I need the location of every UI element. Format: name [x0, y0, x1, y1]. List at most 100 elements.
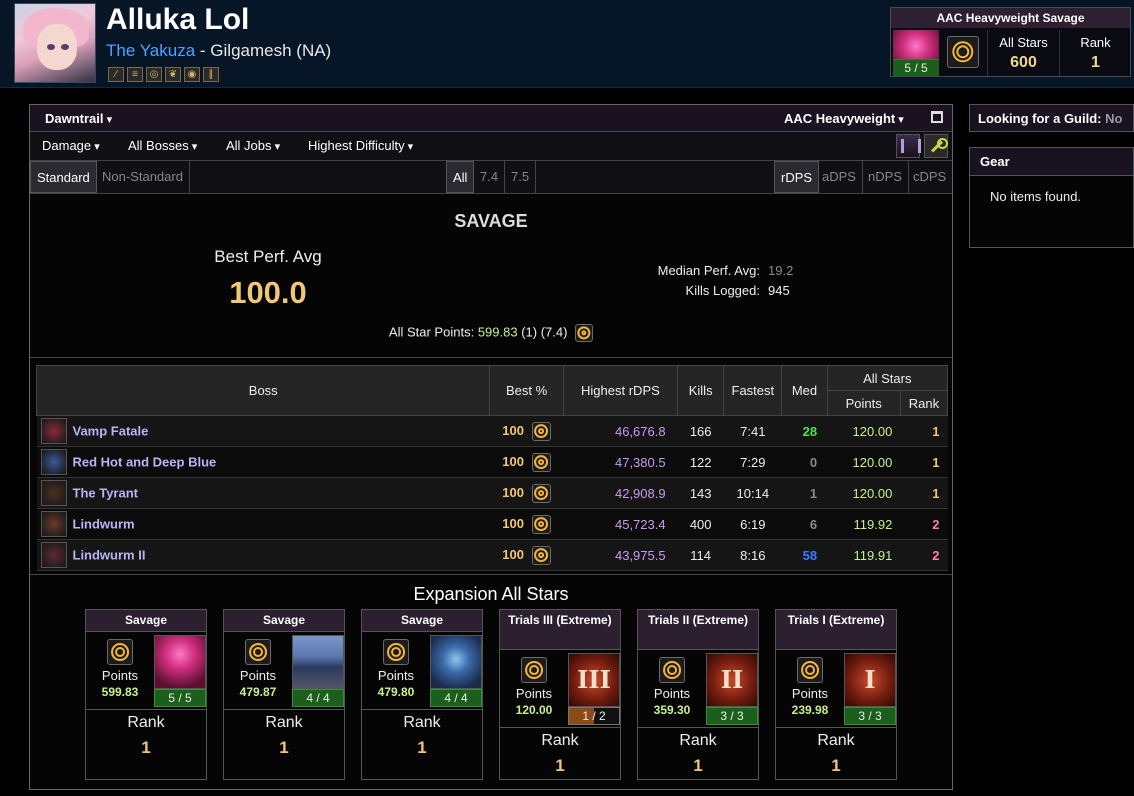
all-star-icon[interactable]	[531, 514, 551, 534]
tab-patch-7-5[interactable]: 7.5	[505, 161, 537, 193]
gear-empty-message: No items found.	[990, 189, 1082, 204]
col-rank[interactable]: Rank	[899, 390, 949, 416]
character-avatar[interactable]	[14, 3, 96, 83]
asp-rank: (1)	[521, 324, 538, 340]
zone-dropdown[interactable]: AAC Heavyweight	[784, 111, 904, 126]
tab-ndps[interactable]: nDPS	[862, 161, 909, 193]
all-stars-label: All Stars	[999, 35, 1048, 50]
boss-icon	[40, 480, 67, 506]
tab-cdps[interactable]: cDPS	[907, 161, 952, 193]
table-row: Lindwurm II 100 43,975.5 114 8:16 58 119.91 2	[36, 539, 948, 571]
tab-patch-7-4[interactable]: 7.4	[474, 161, 506, 193]
rank-label: Rank	[1080, 35, 1111, 50]
rank-value: 1	[1091, 54, 1100, 71]
dps-value: 43,975.5	[563, 539, 678, 571]
boss-link[interactable]: Lindwurm	[73, 517, 135, 532]
all-star-icon[interactable]	[531, 545, 551, 565]
tab-rdps[interactable]: rDPS	[774, 161, 820, 193]
job-icon-2[interactable]: ≡	[127, 67, 143, 82]
all-stars-card[interactable]: Savage Points 599.83 5 / 5 Rank 1	[85, 609, 207, 780]
jobs-dropdown[interactable]: All Jobs	[226, 138, 280, 153]
all-star-icon	[797, 657, 823, 683]
fastest-value: 10:14	[723, 477, 782, 509]
all-star-icon[interactable]	[531, 452, 551, 472]
rank-value: 1	[900, 446, 948, 478]
job-icon-4[interactable]: ❦	[165, 67, 181, 82]
card-image[interactable]	[292, 635, 344, 689]
expansion-dropdown[interactable]: Dawntrail	[45, 111, 112, 126]
expansion-bar: Dawntrail AAC Heavyweight	[30, 105, 952, 132]
card-image[interactable]: I	[844, 653, 896, 707]
boss-table: Boss Best % Highest rDPS Kills Fastest M…	[35, 365, 949, 571]
avatar-eye	[47, 44, 55, 50]
card-title: Trials I (Extreme)	[776, 610, 896, 650]
tab-standard[interactable]: Standard	[30, 161, 97, 193]
all-star-icon	[107, 639, 133, 665]
points-value: 119.92	[827, 508, 901, 540]
job-icon-5[interactable]: ◉	[184, 67, 200, 82]
tier-thumbnail[interactable]: 5 / 5	[893, 30, 939, 76]
col-dps[interactable]: Highest rDPS	[562, 365, 679, 416]
col-kills[interactable]: Kills	[677, 365, 725, 416]
gear-panel: Gear No items found.	[969, 147, 1134, 248]
looking-for-guild: Looking for a Guild: No	[969, 104, 1134, 132]
asp-patch: (7.4)	[540, 324, 568, 340]
tier-title: AAC Heavyweight Savage	[891, 8, 1130, 28]
difficulty-dropdown[interactable]: Highest Difficulty	[308, 138, 413, 153]
col-points[interactable]: Points	[826, 390, 901, 416]
window-toggle-icon[interactable]	[931, 111, 943, 123]
fastest-value: 7:41	[723, 415, 782, 447]
boss-link[interactable]: Lindwurm II	[73, 548, 146, 563]
rank-label: Rank	[127, 714, 165, 731]
best-cell: 100	[489, 539, 564, 571]
divider	[86, 709, 206, 710]
guild-link[interactable]: The Yakuza	[106, 41, 195, 60]
job-icon-1[interactable]: ∕	[108, 67, 124, 82]
boss-link[interactable]: Red Hot and Deep Blue	[73, 455, 217, 470]
bosses-dropdown[interactable]: All Bosses	[128, 138, 197, 153]
card-title: Savage	[224, 610, 344, 632]
all-stars-card[interactable]: Savage Points 479.87 4 / 4 Rank 1	[223, 609, 345, 780]
all-stars-card[interactable]: Trials I (Extreme) Points 239.98 I 3 / 3 Rank…	[775, 609, 897, 780]
col-boss[interactable]: Boss	[35, 365, 491, 416]
median-perf-value: 19.2	[768, 263, 794, 278]
col-med[interactable]: Med	[781, 365, 828, 416]
roman-numeral: III	[577, 665, 611, 694]
card-image[interactable]: II	[706, 653, 758, 707]
job-icon-6[interactable]: ∥	[203, 67, 219, 82]
boss-link[interactable]: The Tyrant	[73, 486, 139, 501]
all-stars-card[interactable]: Trials II (Extreme) Points 359.30 II 3 / 3 Ra…	[637, 609, 759, 780]
all-stars-card[interactable]: Savage Points 479.80 4 / 4 Rank 1	[361, 609, 483, 780]
col-best[interactable]: Best %	[489, 365, 564, 416]
tab-patch-all[interactable]: All	[446, 161, 475, 193]
all-star-icon[interactable]	[531, 421, 551, 441]
tab-adps[interactable]: aDPS	[816, 161, 863, 193]
card-points: Points 239.98	[776, 657, 844, 717]
card-progress: 4 / 4	[430, 689, 482, 707]
section-title: SAVAGE	[454, 211, 528, 231]
key-icon[interactable]	[924, 134, 948, 158]
rank-label: Rank	[403, 714, 441, 731]
kills-value: 166	[677, 415, 724, 447]
all-star-points-line: All Star Points: 599.83 (1) (7.4)	[30, 324, 952, 342]
all-star-icon[interactable]	[531, 483, 551, 503]
filter-bar: Damage All Bosses All Jobs Highest Diffi…	[30, 132, 952, 161]
job-icon-3[interactable]: ◎	[146, 67, 162, 82]
points-label: Points	[377, 668, 415, 683]
all-stars-card[interactable]: Trials III (Extreme) Points 120.00 III 1 / 2…	[499, 609, 621, 780]
divider	[30, 357, 952, 358]
tab-non-standard[interactable]: Non-Standard	[96, 161, 190, 193]
boss-icon	[40, 542, 67, 568]
boss-link[interactable]: Vamp Fatale	[73, 424, 149, 439]
metric-dropdown[interactable]: Damage	[42, 138, 100, 153]
best-value: 100	[502, 453, 524, 469]
best-value: 100	[502, 422, 524, 438]
col-fastest[interactable]: Fastest	[723, 365, 783, 416]
card-image[interactable]	[430, 635, 482, 689]
kills-value: 122	[677, 446, 724, 478]
card-image[interactable]	[154, 635, 206, 689]
med-value: 1	[781, 477, 828, 509]
card-image[interactable]: III	[568, 653, 620, 707]
raid-view-icon[interactable]	[896, 134, 921, 158]
fastest-value: 8:16	[723, 539, 782, 571]
